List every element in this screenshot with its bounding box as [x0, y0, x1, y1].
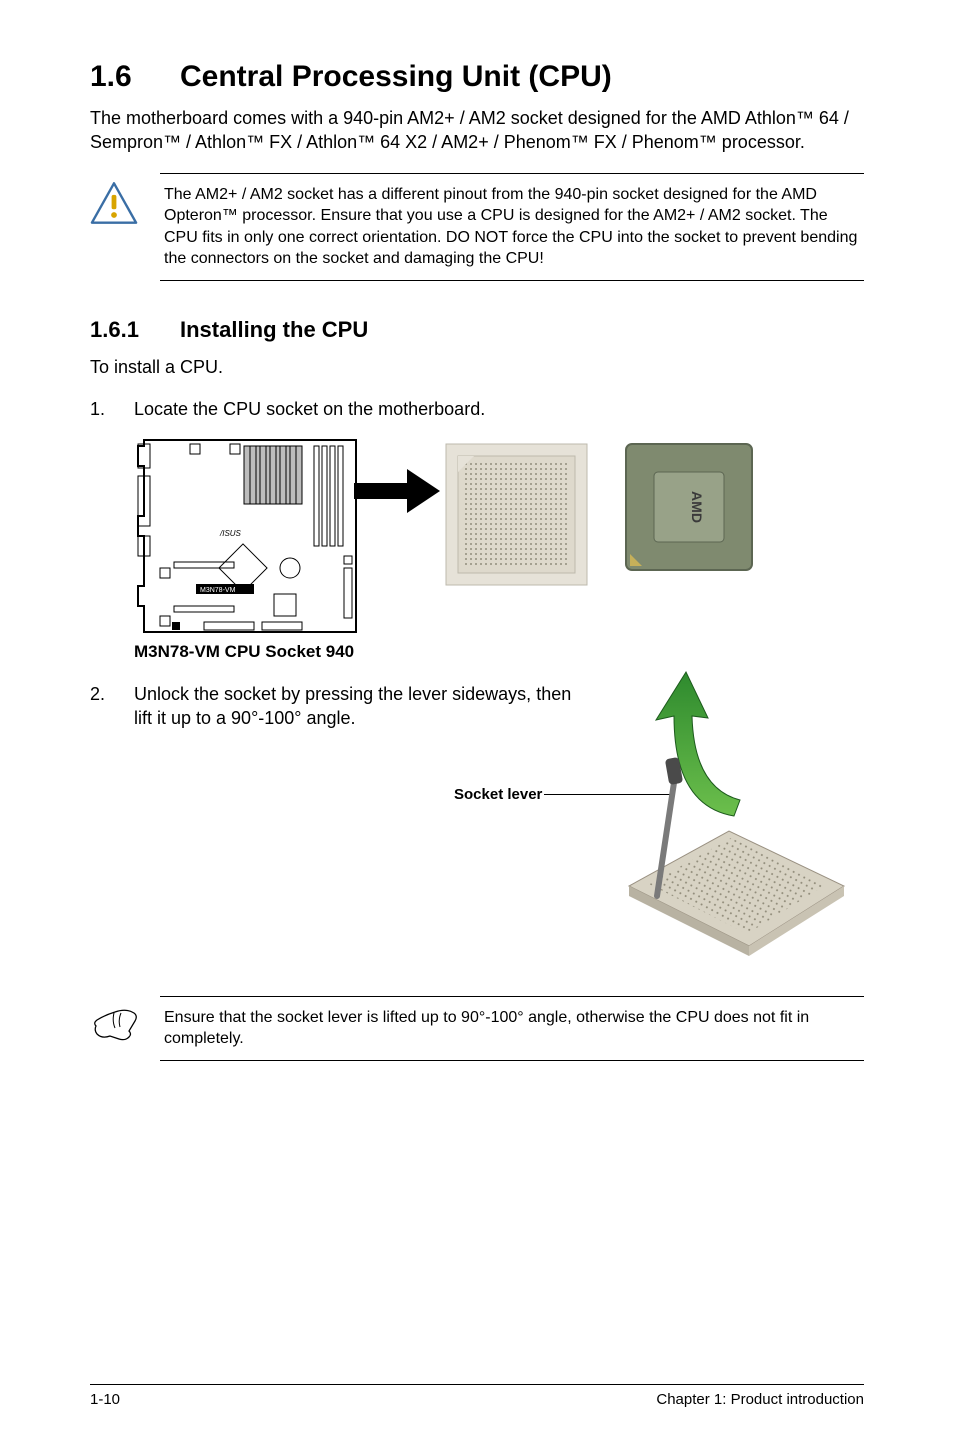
svg-text:/ISUS: /ISUS	[219, 529, 242, 538]
section-heading: 1.6Central Processing Unit (CPU)	[90, 60, 864, 94]
subsection-lead: To install a CPU.	[90, 355, 864, 379]
step-1: 1. Locate the CPU socket on the motherbo…	[90, 397, 864, 421]
motherboard-diagram: /ISUS M3N78-VM	[134, 436, 364, 636]
step-1-figure-row: /ISUS M3N78-VM M3N78-VM CPU Socket 940	[134, 436, 864, 676]
footer-chapter: Chapter 1: Product introduction	[656, 1391, 864, 1408]
subsection-title-text: Installing the CPU	[180, 317, 368, 342]
note-callout: Ensure that the socket lever is lifted u…	[90, 996, 864, 1061]
svg-text:AMD: AMD	[689, 491, 705, 523]
cpu-socket-iso-image	[619, 736, 849, 966]
note-text: Ensure that the socket lever is lifted u…	[160, 996, 864, 1061]
warning-callout: The AM2+ / AM2 socket has a different pi…	[90, 173, 864, 281]
step-1-number: 1.	[90, 397, 134, 421]
socket-lever-label: Socket lever	[454, 786, 542, 803]
cpu-chip-image: AMD	[624, 442, 754, 572]
motherboard-caption: M3N78-VM CPU Socket 940	[134, 642, 354, 662]
arrow-right-icon	[352, 466, 442, 516]
step-2-number: 2.	[90, 682, 134, 731]
section-intro: The motherboard comes with a 940-pin AM2…	[90, 106, 864, 155]
motherboard-model-label: M3N78-VM	[200, 587, 236, 594]
cpu-socket-top-image	[444, 442, 589, 587]
warning-text: The AM2+ / AM2 socket has a different pi…	[160, 173, 864, 281]
subsection-number: 1.6.1	[90, 317, 180, 343]
footer-page-number: 1-10	[90, 1391, 120, 1408]
step-1-text: Locate the CPU socket on the motherboard…	[134, 397, 864, 421]
step-2-figure: Socket lever	[574, 676, 864, 976]
warning-icon	[90, 212, 138, 229]
step-2-text: Unlock the socket by pressing the lever …	[134, 682, 574, 731]
note-hand-icon	[90, 1035, 140, 1052]
section-title-text: Central Processing Unit (CPU)	[180, 60, 612, 93]
subsection-heading: 1.6.1Installing the CPU	[90, 317, 864, 343]
section-number: 1.6	[90, 60, 180, 94]
step-2: 2. Unlock the socket by pressing the lev…	[90, 682, 574, 731]
page-footer: 1-10 Chapter 1: Product introduction	[90, 1384, 864, 1408]
